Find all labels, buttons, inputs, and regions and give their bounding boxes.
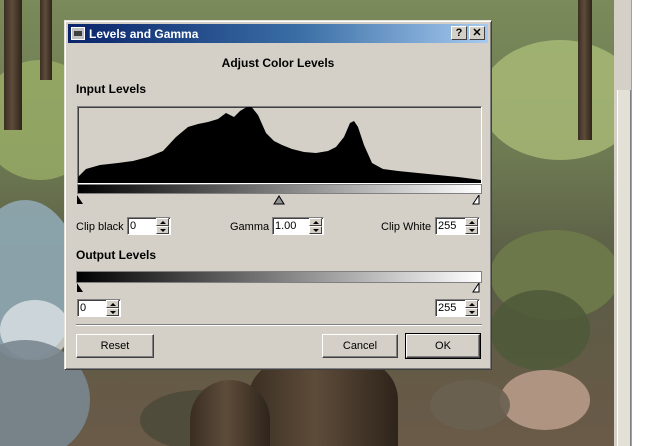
output-low-down-arrow[interactable] [106,308,119,316]
dialog-title: Levels and Gamma [89,27,199,41]
gamma-spinner[interactable] [272,217,324,235]
input-levels-label: Input Levels [76,82,147,96]
clip-black-spinner[interactable] [127,217,171,235]
output-low-spinner[interactable] [77,299,121,317]
input-black-marker[interactable] [76,195,84,205]
histogram-graph [78,107,481,183]
input-gamma-marker[interactable] [273,195,285,205]
cancel-button[interactable]: Cancel [322,334,398,358]
output-low-input[interactable] [80,301,104,315]
output-low-up-arrow[interactable] [106,300,119,308]
output-high-up-arrow[interactable] [465,300,478,308]
window-icon [71,27,85,40]
gamma-up-arrow[interactable] [309,218,322,226]
reset-button[interactable]: Reset [76,334,154,358]
levels-gamma-dialog: Levels and Gamma ? ✕ Adjust Color Levels… [64,20,492,370]
clip-white-up-arrow[interactable] [465,218,478,226]
clip-black-label: Clip black [76,221,124,233]
clip-white-down-arrow[interactable] [465,226,478,234]
output-black-marker[interactable] [76,283,84,293]
gamma-input[interactable] [275,219,307,233]
dialog-titlebar[interactable]: Levels and Gamma ? ✕ [68,24,488,43]
app-panel-strip [631,0,668,446]
output-white-marker[interactable] [472,283,480,293]
output-levels-label: Output Levels [76,248,157,262]
output-high-down-arrow[interactable] [465,308,478,316]
gamma-down-arrow[interactable] [309,226,322,234]
separator [76,324,482,326]
input-gradient [77,184,482,194]
close-button[interactable]: ✕ [469,26,485,40]
output-gradient [76,271,482,283]
dialog-heading: Adjust Color Levels [221,56,335,70]
gamma-label: Gamma [230,221,270,233]
app-scrollbar[interactable] [617,90,631,446]
clip-black-input[interactable] [130,219,154,233]
histogram [77,106,482,184]
clip-black-down-arrow[interactable] [156,226,169,234]
output-high-spinner[interactable] [435,299,480,317]
clip-white-input[interactable] [438,219,464,233]
clip-white-label: Clip White [381,221,432,233]
output-high-input[interactable] [438,301,464,315]
help-button[interactable]: ? [451,26,467,40]
input-white-marker[interactable] [472,195,480,205]
clip-black-up-arrow[interactable] [156,218,169,226]
clip-white-spinner[interactable] [435,217,480,235]
ok-button[interactable]: OK [405,333,481,359]
